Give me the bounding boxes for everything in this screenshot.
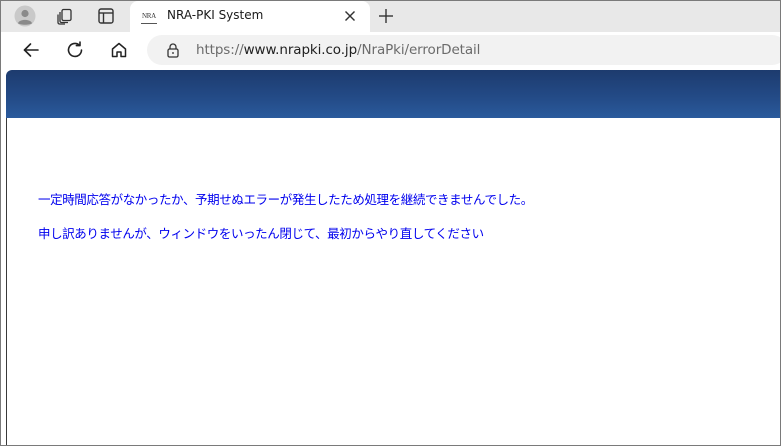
header-banner [6,70,780,118]
content-frame [6,118,780,445]
url-text[interactable]: https://www.nrapki.co.jp/NraPki/errorDet… [196,42,480,58]
active-tab[interactable]: NRA NRA-PKI System [130,1,370,32]
refresh-icon[interactable] [61,36,89,64]
close-icon[interactable] [340,6,360,26]
navigation-toolbar: https://www.nrapki.co.jp/NraPki/errorDet… [1,32,780,68]
site-favicon-icon: NRA [141,9,157,24]
back-arrow-icon[interactable] [17,36,45,64]
url-scheme: https:// [196,42,244,58]
profile-avatar-icon[interactable] [12,4,38,28]
tab-strip: NRA NRA-PKI System [1,1,780,32]
plus-icon[interactable] [375,5,397,27]
url-path: /NraPki/errorDetail [357,42,481,58]
workspaces-icon[interactable] [52,4,78,28]
home-icon[interactable] [105,36,133,64]
error-message-line-2: 申し訳ありませんが、ウィンドウをいったん閉じて、最初からやり直してください [38,226,484,241]
page-viewport: 一定時間応答がなかったか、予期せぬエラーが発生したため処理を継続できませんでした… [1,68,780,445]
address-bar[interactable]: https://www.nrapki.co.jp/NraPki/errorDet… [147,35,780,65]
url-host: www.nrapki.co.jp [243,42,358,58]
tab-actions-icon[interactable] [93,4,119,28]
browser-window: NRA NRA-PKI System https://www.nrapki.co… [0,0,781,446]
tab-title: NRA-PKI System [167,8,264,22]
error-message-line-1: 一定時間応答がなかったか、予期せぬエラーが発生したため処理を継続できませんでした… [38,192,533,207]
lock-icon[interactable] [165,42,181,58]
